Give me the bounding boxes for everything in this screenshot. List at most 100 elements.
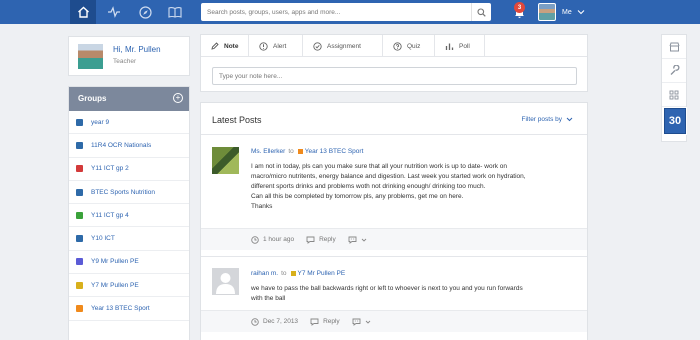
- store-button[interactable]: [662, 35, 686, 59]
- sidebar-item-group[interactable]: Year 13 BTEC Sport: [69, 297, 189, 321]
- activity-icon[interactable]: [101, 0, 127, 24]
- store-icon: [669, 42, 679, 51]
- latest-posts-panel: Latest Posts Filter posts by Ms. Ellerke…: [200, 102, 588, 340]
- profile-avatar[interactable]: [78, 44, 103, 69]
- post-meta: Ms. Ellerker to Year 13 BTEC Sport: [251, 148, 363, 155]
- post-body-line: we have to pass the ball backwards right…: [251, 285, 523, 292]
- compass-icon[interactable]: [132, 0, 158, 24]
- post-group[interactable]: Year 13 BTEC Sport: [305, 148, 364, 155]
- filter-label: Filter posts by: [521, 116, 562, 123]
- sidebar-item-group[interactable]: Y10 ICT: [69, 227, 189, 251]
- groups-header: Groups +: [69, 87, 189, 111]
- profile-greeting[interactable]: Hi, Mr. Pullen: [113, 45, 161, 54]
- search-input[interactable]: [201, 3, 471, 21]
- post-footer: Dec 7, 2013 Reply: [201, 310, 587, 332]
- tab-note[interactable]: Note: [201, 35, 249, 57]
- post-body-line: different sports drinks and problems wot…: [251, 183, 486, 190]
- book-icon[interactable]: [162, 0, 188, 24]
- post-time: 1 hour ago: [263, 236, 295, 243]
- bar-chart-icon: [445, 42, 454, 51]
- post-body-line: Can all this be completed by tomorrow pl…: [251, 193, 464, 200]
- tab-assignment[interactable]: Assignment: [303, 35, 383, 57]
- alert-icon: [259, 41, 268, 51]
- chevron-down-icon: [566, 117, 573, 122]
- group-label: Y11 ICT gp 2: [91, 165, 129, 173]
- home-icon[interactable]: [70, 0, 96, 24]
- sidebar-item-group[interactable]: year 9: [69, 111, 189, 135]
- group-color-swatch: [76, 188, 83, 196]
- group-color-swatch: [76, 305, 83, 313]
- groups-title: Groups: [78, 94, 107, 103]
- post-footer: 1 hour ago Reply: [201, 228, 587, 250]
- user-menu[interactable]: Me: [538, 2, 585, 22]
- sidebar-item-group[interactable]: Y9 Mr Pullen PE: [69, 251, 189, 275]
- group-color-swatch: [76, 258, 83, 266]
- pencil-icon: [211, 42, 219, 50]
- reply-label: Reply: [319, 236, 336, 243]
- group-color-swatch: [76, 281, 83, 289]
- apps-button[interactable]: [662, 83, 686, 107]
- reply-button[interactable]: Reply: [306, 236, 336, 244]
- reply-icon: [306, 236, 315, 244]
- note-input[interactable]: [212, 67, 577, 85]
- author-avatar[interactable]: [212, 147, 239, 174]
- reply-label: Reply: [323, 318, 340, 325]
- post-item: raihan m. to Y7 Mr Pullen PE we have to …: [201, 257, 587, 340]
- sidebar-item-group[interactable]: Y7 Mr Pullen PE: [69, 274, 189, 298]
- author-avatar[interactable]: [212, 268, 239, 295]
- sidebar-item-group[interactable]: 11R4 OCR Nationals: [69, 134, 189, 158]
- tab-label: Assignment: [327, 42, 361, 50]
- post-body: we have to pass the ball backwards right…: [251, 284, 581, 304]
- groups-panel: Groups + year 9 11R4 OCR Nationals Y11 ICT…: [68, 86, 190, 340]
- search-button[interactable]: [471, 3, 491, 21]
- tab-label: Quiz: [407, 42, 421, 50]
- profile-role: Teacher: [113, 58, 137, 65]
- group-label: Y7 Mr Pullen PE: [91, 281, 139, 289]
- post-body: I am not in today, pls can you make sure…: [251, 162, 581, 212]
- group-label: Y11 ICT gp 4: [91, 211, 129, 219]
- reply-icon: [310, 318, 319, 326]
- tools-button[interactable]: [662, 59, 686, 83]
- group-color-swatch: [76, 165, 83, 173]
- post-group[interactable]: Y7 Mr Pullen PE: [298, 270, 346, 277]
- post-body-line: Thanks: [251, 203, 273, 210]
- group-color-swatch: [76, 141, 83, 149]
- group-color-swatch: [76, 211, 83, 219]
- sidebar-item-group[interactable]: Y11 ICT gp 4: [69, 204, 189, 228]
- posts-header: Latest Posts Filter posts by: [201, 103, 587, 135]
- grid-icon: [669, 90, 679, 99]
- sidebar-item-group[interactable]: Y11 ICT gp 2: [69, 158, 189, 181]
- post-author[interactable]: raihan m.: [251, 270, 278, 277]
- reply-button[interactable]: Reply: [310, 318, 340, 326]
- post-body-line: I am not in today, pls can you make sure…: [251, 163, 508, 170]
- profile-card: Hi, Mr. Pullen Teacher: [68, 36, 190, 76]
- group-label: Y9 Mr Pullen PE: [91, 258, 139, 266]
- add-group-icon[interactable]: +: [173, 93, 183, 103]
- check-circle-icon: [313, 41, 322, 51]
- post-body-line: macro/micro nutritents, energy balance a…: [251, 173, 526, 180]
- post-timestamp: 1 hour ago: [251, 235, 295, 244]
- tab-label: Poll: [459, 42, 470, 50]
- tab-alert[interactable]: Alert: [249, 35, 303, 57]
- composer-tabs: Note Alert Assignment Quiz Poll: [201, 35, 587, 57]
- chevron-down-icon: [361, 238, 367, 242]
- group-color-swatch: [297, 149, 303, 154]
- default-user-icon: [216, 273, 235, 294]
- reaction-button[interactable]: [352, 318, 375, 326]
- wrench-icon: [670, 65, 679, 75]
- post-author[interactable]: Ms. Ellerker: [251, 148, 285, 155]
- notification-count-badge[interactable]: 3: [514, 2, 525, 13]
- tab-poll[interactable]: Poll: [435, 35, 485, 57]
- post-composer: Note Alert Assignment Quiz Poll: [200, 34, 588, 92]
- tab-label: Alert: [273, 42, 287, 50]
- sidebar-item-group[interactable]: BTEC Sports Nutrition: [69, 181, 189, 205]
- reaction-button[interactable]: [348, 236, 371, 244]
- user-menu-label: Me: [562, 8, 572, 16]
- calendar-button[interactable]: 30: [664, 108, 686, 134]
- question-icon: [393, 41, 402, 51]
- clock-icon: [251, 317, 259, 326]
- post-to: to: [281, 270, 287, 277]
- filter-posts-dropdown[interactable]: Filter posts by: [522, 116, 573, 123]
- search-box: [201, 3, 491, 21]
- tab-quiz[interactable]: Quiz: [383, 35, 435, 57]
